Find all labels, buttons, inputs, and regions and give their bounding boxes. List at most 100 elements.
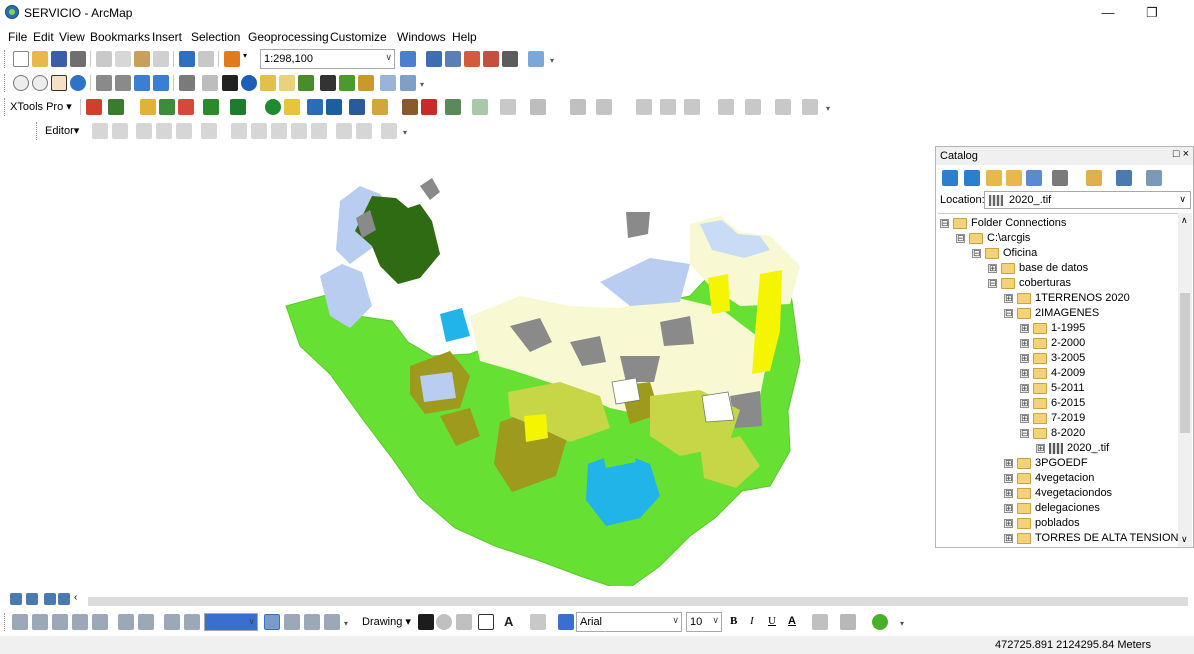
search-window-icon[interactable]: [464, 51, 480, 67]
text-icon[interactable]: A: [504, 614, 520, 630]
edit-vertices-icon[interactable]: [201, 123, 217, 139]
fill-color-icon[interactable]: [812, 614, 828, 630]
edit-annotation-icon[interactable]: [112, 123, 128, 139]
html-popup-icon[interactable]: [279, 75, 295, 91]
zoom-whole-page-icon[interactable]: [72, 614, 88, 630]
refresh-view-icon[interactable]: [44, 593, 56, 605]
clear-selection-icon[interactable]: [202, 75, 218, 91]
layout-zoom-in-icon[interactable]: [12, 614, 28, 630]
xtools-disabled-icon[interactable]: [530, 99, 546, 115]
rotate-element-icon[interactable]: [436, 614, 452, 630]
restore-button[interactable]: ❐: [1130, 2, 1174, 24]
select-features-icon[interactable]: [179, 75, 195, 91]
georef-icon[interactable]: [570, 99, 586, 115]
xtools-convert-icon[interactable]: [203, 99, 219, 115]
zoom-percent-combo[interactable]: ∨: [204, 613, 258, 631]
toolbar-overflow-icon[interactable]: ▾: [344, 619, 351, 629]
fixed-zoom-in-icon[interactable]: [96, 75, 112, 91]
menu-help[interactable]: Help: [452, 30, 477, 44]
layout-view-icon[interactable]: [26, 593, 38, 605]
toolbar-overflow-icon[interactable]: ▾: [826, 104, 833, 114]
forward-icon[interactable]: [964, 170, 980, 186]
expand-icon[interactable]: ⊞: [1020, 324, 1029, 333]
expand-icon[interactable]: ⊞: [1020, 399, 1029, 408]
create-features-icon[interactable]: [381, 123, 397, 139]
layout-pan-icon[interactable]: [52, 614, 68, 630]
location-combo[interactable]: 2020_.tif ∨: [984, 191, 1191, 209]
home-folder-icon[interactable]: [1006, 170, 1022, 186]
print-icon[interactable]: [70, 51, 86, 67]
georef-update-icon[interactable]: [745, 99, 761, 115]
save-icon[interactable]: [51, 51, 67, 67]
menu-view[interactable]: View: [59, 30, 85, 44]
new-folder-icon[interactable]: [1086, 170, 1102, 186]
editor-toolbar-icon[interactable]: [400, 51, 416, 67]
bold-button[interactable]: B: [730, 615, 737, 627]
fixed-zoom-in-layout-icon[interactable]: [118, 614, 134, 630]
xtools-shape-icon[interactable]: [230, 99, 246, 115]
xtools-table-tools-icon[interactable]: [472, 99, 488, 115]
toolbar-overflow-icon[interactable]: ▾: [900, 619, 907, 629]
fixed-zoom-out-layout-icon[interactable]: [138, 614, 154, 630]
xtools-calc-icon[interactable]: [307, 99, 323, 115]
add-data-icon[interactable]: [224, 51, 240, 67]
expand-icon[interactable]: ⊞: [1020, 414, 1029, 423]
data-view-icon[interactable]: [10, 593, 22, 605]
go-forward-extent-icon[interactable]: [184, 614, 200, 630]
georef-table-icon[interactable]: [718, 99, 734, 115]
new-curve-icon[interactable]: [530, 614, 546, 630]
xtools-query-icon[interactable]: [326, 99, 342, 115]
collapse-icon[interactable]: ⊟: [1020, 429, 1029, 438]
xtools-split-icon[interactable]: [421, 99, 437, 115]
scroll-left-icon[interactable]: ‹: [74, 592, 84, 608]
toolbar-overflow-icon[interactable]: ▾: [550, 56, 557, 66]
catalog-scrollbar[interactable]: ∧ ∨: [1178, 213, 1192, 547]
map-scale-combo[interactable]: 1:298,100 ∨: [260, 49, 395, 69]
scroll-up-icon[interactable]: ∧: [1181, 215, 1188, 226]
expand-icon[interactable]: ⊞: [1020, 354, 1029, 363]
menu-windows[interactable]: Windows: [397, 30, 446, 44]
scroll-thumb[interactable]: [1180, 293, 1190, 433]
expand-icon[interactable]: ⊞: [1004, 294, 1013, 303]
catalog-window-icon[interactable]: [445, 51, 461, 67]
expand-icon[interactable]: ⊞: [1020, 369, 1029, 378]
georef-shift-icon[interactable]: [660, 99, 676, 115]
pan-icon[interactable]: [51, 75, 67, 91]
attribute-table-icon[interactable]: [336, 123, 352, 139]
xtools-erase-icon[interactable]: [178, 99, 194, 115]
scroll-down-icon[interactable]: ∨: [1181, 534, 1188, 545]
horizontal-scroll-track[interactable]: [88, 597, 1188, 606]
editor-menu[interactable]: Editor▾: [45, 124, 79, 137]
collapse-icon[interactable]: ⊟: [1004, 309, 1013, 318]
georef-reset-icon[interactable]: [775, 99, 791, 115]
cut-polygons-icon[interactable]: [251, 123, 267, 139]
endpoint-arc-icon[interactable]: [156, 123, 172, 139]
pause-drawing-icon[interactable]: [58, 593, 70, 605]
back-icon[interactable]: [942, 170, 958, 186]
go-to-xy-icon[interactable]: [358, 75, 374, 91]
trace-icon[interactable]: [176, 123, 192, 139]
expand-icon[interactable]: ⊞: [1004, 489, 1013, 498]
menu-customize[interactable]: Customize: [330, 30, 387, 44]
xtools-table-icon[interactable]: [108, 99, 124, 115]
collapse-icon[interactable]: ⊟: [988, 279, 997, 288]
xtools-disabled-icon[interactable]: [500, 99, 516, 115]
expand-icon[interactable]: ⊞: [1004, 459, 1013, 468]
zoom-in-icon[interactable]: [13, 75, 29, 91]
select-elements-icon[interactable]: [418, 614, 434, 630]
full-extent-icon[interactable]: [70, 75, 86, 91]
xtools-edit-icon[interactable]: [140, 99, 156, 115]
georef-rotate-icon[interactable]: [636, 99, 652, 115]
xtools-info-icon[interactable]: [265, 99, 281, 115]
connect-folder-icon[interactable]: [1026, 170, 1042, 186]
line-color-icon[interactable]: [840, 614, 856, 630]
xtools-merge-icon[interactable]: [402, 99, 418, 115]
xtools-overlay-icon[interactable]: [159, 99, 175, 115]
fixed-zoom-out-icon[interactable]: [115, 75, 131, 91]
xtools-export-icon[interactable]: [445, 99, 461, 115]
forward-extent-icon[interactable]: [153, 75, 169, 91]
undo-icon[interactable]: [179, 51, 195, 67]
georef-link-icon[interactable]: [596, 99, 612, 115]
straight-segment-icon[interactable]: [136, 123, 152, 139]
underline-button[interactable]: U: [768, 615, 776, 627]
